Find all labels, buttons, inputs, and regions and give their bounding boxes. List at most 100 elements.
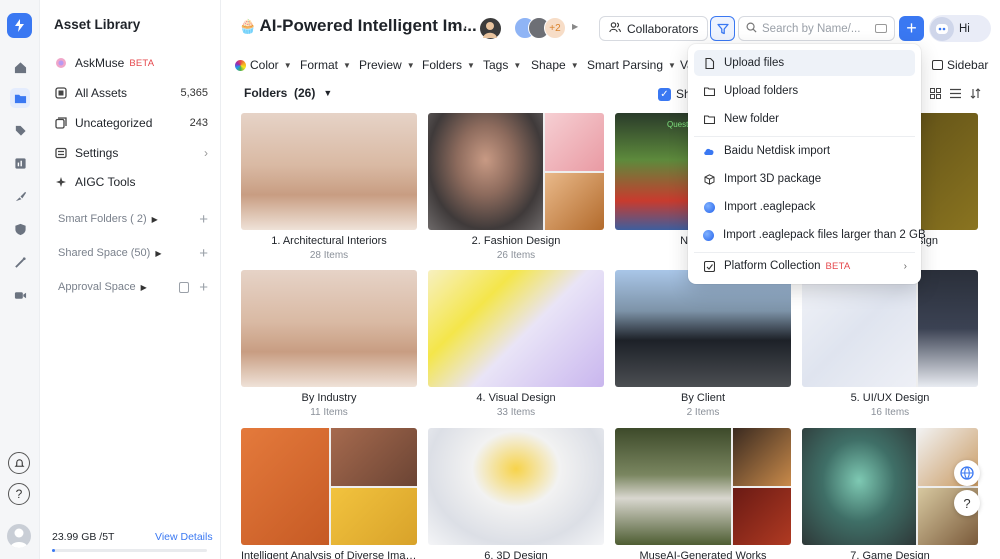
magic-wand-icon[interactable] bbox=[10, 252, 30, 272]
bell-icon[interactable] bbox=[8, 452, 30, 474]
approval-space-section[interactable]: Approval Space ▶ + bbox=[58, 278, 208, 296]
folder-card[interactable]: 5. UI/UX Design 16 Items bbox=[802, 270, 978, 418]
folder-card[interactable]: By Client 2 Items bbox=[615, 270, 791, 418]
add-dropdown-menu: Upload files Upload folders New folder B… bbox=[688, 44, 926, 284]
sort-icon[interactable] bbox=[969, 87, 982, 100]
sidebar-item-label: Uncategorized bbox=[75, 116, 153, 130]
app-logo-icon[interactable] bbox=[7, 13, 32, 38]
shared-space-section[interactable]: Shared Space (50) ▶ + bbox=[58, 244, 208, 262]
add-approval-space-icon[interactable]: + bbox=[199, 279, 208, 296]
folder-outline-icon bbox=[703, 85, 715, 97]
caret-down-icon: ▼ bbox=[323, 88, 333, 98]
expand-triangle-icon[interactable]: ▶ bbox=[152, 215, 158, 224]
askmuse-icon bbox=[54, 56, 68, 70]
chevron-down-icon: ▼ bbox=[343, 60, 351, 70]
folder-card[interactable]: MuseAI-Generated Works bbox=[615, 428, 791, 559]
search-box[interactable] bbox=[738, 16, 895, 41]
tag-icon[interactable] bbox=[10, 120, 30, 140]
menu-item-import-3d[interactable]: Import 3D package bbox=[694, 166, 915, 192]
folder-icon[interactable] bbox=[10, 88, 30, 108]
filter-tags[interactable]: Tags ▼ bbox=[483, 58, 521, 72]
folder-card[interactable]: 7. Game Design bbox=[802, 428, 978, 559]
approval-settings-icon[interactable] bbox=[179, 281, 190, 293]
menu-item-upload-files[interactable]: Upload files bbox=[694, 50, 915, 76]
language-globe-icon[interactable] bbox=[954, 460, 980, 486]
beta-badge: BETA bbox=[825, 260, 851, 272]
user-avatar[interactable] bbox=[7, 524, 31, 548]
sidebar-item-askmuse[interactable]: AskMuse BETA bbox=[54, 52, 208, 74]
collaborators-button[interactable]: Collaborators bbox=[599, 16, 709, 41]
chevron-down-icon: ▼ bbox=[513, 60, 522, 70]
menu-item-label: New folder bbox=[724, 113, 779, 125]
sidebar-item-all-assets[interactable]: All Assets 5,365 bbox=[54, 82, 208, 104]
search-input[interactable] bbox=[762, 22, 862, 35]
expand-triangle-icon[interactable]: ▶ bbox=[141, 283, 147, 292]
folder-thumbnail bbox=[802, 428, 978, 545]
collection-icon bbox=[703, 260, 715, 272]
folder-card[interactable]: 6. 3D Design bbox=[428, 428, 604, 559]
sidebar-item-uncategorized[interactable]: Uncategorized 243 bbox=[54, 112, 208, 134]
folder-name: 5. UI/UX Design bbox=[850, 392, 930, 404]
page-title-text: AI-Powered Intelligent Im... bbox=[259, 16, 477, 35]
owner-avatar[interactable] bbox=[479, 17, 502, 40]
filter-preview[interactable]: Preview ▼ bbox=[359, 58, 415, 72]
section-label: Shared Space (50) bbox=[58, 247, 151, 259]
menu-item-import-eaglepack[interactable]: Import .eaglepack bbox=[694, 194, 915, 220]
collaborators-label: Collaborators bbox=[627, 21, 699, 36]
view-details-link[interactable]: View Details bbox=[155, 531, 213, 543]
menu-item-baidu-netdisk[interactable]: Baidu Netdisk import bbox=[694, 138, 915, 164]
chevron-right-icon[interactable]: ▶ bbox=[572, 22, 578, 31]
folder-card[interactable]: By Industry 11 Items bbox=[241, 270, 417, 418]
add-shared-space-icon[interactable]: + bbox=[199, 245, 208, 262]
filter-label: Smart Parsing bbox=[587, 58, 664, 72]
home-icon[interactable] bbox=[10, 57, 30, 77]
add-button[interactable]: + bbox=[899, 16, 924, 41]
assistant-chip[interactable]: Hi bbox=[929, 15, 991, 42]
more-members-badge[interactable]: +2 bbox=[544, 17, 566, 39]
smart-folders-section[interactable]: Smart Folders ( 2) ▶ + bbox=[58, 210, 208, 228]
sidebar-item-count: 5,365 bbox=[180, 87, 208, 99]
add-smart-folder-icon[interactable]: + bbox=[199, 211, 208, 228]
beta-badge: BETA bbox=[129, 57, 155, 69]
help-icon[interactable]: ? bbox=[8, 483, 30, 505]
sidebar-item-aigc-tools[interactable]: AIGC Tools bbox=[54, 171, 208, 193]
folder-card[interactable]: 4. Visual Design 33 Items bbox=[428, 270, 604, 418]
menu-item-upload-folders[interactable]: Upload folders bbox=[694, 78, 915, 104]
folder-name: Intelligent Analysis of Diverse Imag... bbox=[241, 550, 417, 559]
sidebar-toggle[interactable]: Sidebar bbox=[932, 58, 988, 72]
folder-count: 2 Items bbox=[686, 407, 720, 418]
filter-label: Color bbox=[250, 58, 279, 72]
thumbnail-text: Quest bbox=[667, 120, 689, 129]
folder-card[interactable]: 1. Architectural Interiors 28 Items bbox=[241, 113, 417, 261]
help-float-icon[interactable]: ? bbox=[954, 490, 980, 516]
filter-icon[interactable] bbox=[710, 16, 735, 41]
menu-item-platform-collection[interactable]: Platform Collection BETA › bbox=[694, 253, 915, 279]
filter-shape[interactable]: Shape ▼ bbox=[531, 58, 579, 72]
chart-icon[interactable] bbox=[10, 153, 30, 173]
folder-card[interactable]: Intelligent Analysis of Diverse Imag... bbox=[241, 428, 417, 559]
camera-search-icon[interactable] bbox=[875, 24, 887, 33]
filter-color[interactable]: Color ▼ bbox=[235, 58, 292, 72]
sidebar-item-settings[interactable]: Settings › bbox=[54, 142, 208, 164]
expand-triangle-icon[interactable]: ▶ bbox=[155, 249, 161, 258]
menu-item-new-folder[interactable]: New folder bbox=[694, 106, 915, 132]
list-view-icon[interactable] bbox=[949, 87, 962, 100]
more-options-icon[interactable]: ··· bbox=[451, 18, 469, 35]
menu-divider bbox=[694, 136, 915, 137]
checkbox-checked-icon: ✓ bbox=[658, 87, 671, 101]
menu-item-import-large-eaglepack[interactable]: Import .eaglepack files larger than 2 GB bbox=[694, 222, 926, 248]
filter-format[interactable]: Format ▼ bbox=[300, 58, 351, 72]
folder-card[interactable]: 2. Fashion Design 26 Items bbox=[428, 113, 604, 261]
filter-label: Format bbox=[300, 58, 339, 72]
grid-view-icon[interactable] bbox=[929, 87, 942, 100]
shield-icon[interactable] bbox=[10, 219, 30, 239]
brush-icon[interactable] bbox=[10, 186, 30, 206]
filter-smart-parsing[interactable]: Smart Parsing ▼ bbox=[587, 58, 676, 72]
filter-label: Shape bbox=[531, 58, 566, 72]
video-icon[interactable] bbox=[10, 285, 30, 305]
filter-folders[interactable]: Folders ▼ bbox=[422, 58, 475, 72]
folders-header[interactable]: Folders (26) ▼ bbox=[244, 86, 332, 100]
show-subfolders-checkbox[interactable]: ✓ Sh bbox=[658, 87, 691, 101]
aigc-tools-icon bbox=[54, 175, 68, 189]
folder-thumbnail bbox=[241, 428, 417, 545]
